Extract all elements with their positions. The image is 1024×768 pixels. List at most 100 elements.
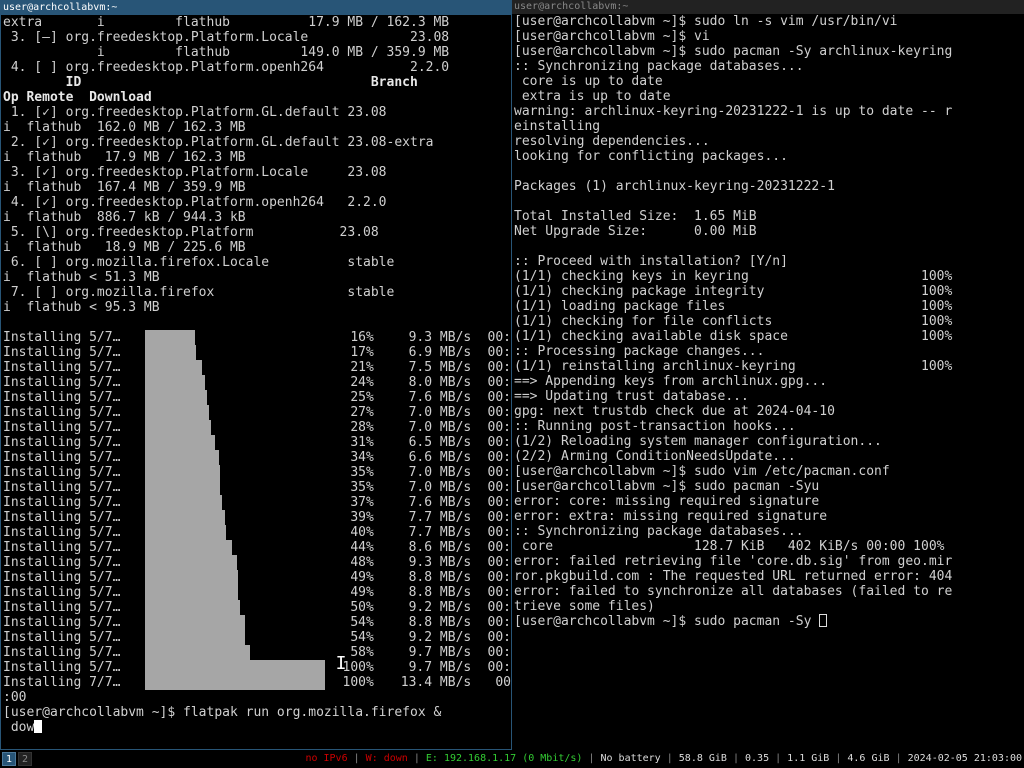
table-header-op-remote-download: Op Remote Download: [3, 90, 152, 105]
progress-percent: 35%: [350, 480, 374, 495]
terminal-line: 4. [ ] org.freedesktop.Platform.openh264…: [3, 60, 450, 75]
terminal-line: :: Synchronizing package databases...: [514, 524, 804, 539]
memory-status: 1.1 GiB: [787, 753, 830, 764]
progress-label: Installing 5/7…: [3, 420, 121, 435]
terminal-line: [user@archcollabvm ~]$ flatpak run org.m…: [3, 705, 442, 720]
progress-row: Installing 5/7… 44% 8.6 MB/s 00:: [3, 540, 511, 555]
install-list-line: 5. [\] org.freedesktop.Platform 23.08: [3, 225, 379, 240]
progress-row: Installing 5/7… 25% 7.6 MB/s 00:: [3, 390, 511, 405]
progress-bar: [145, 600, 336, 615]
right-terminal-window[interactable]: user@archcollabvm:~ [user@archcollabvm ~…: [512, 0, 1024, 750]
progress-label: Installing 5/7…: [3, 345, 121, 360]
progress-eta: 00:: [487, 330, 511, 345]
progress-eta: 00:: [487, 420, 511, 435]
progress-bar: [145, 585, 336, 600]
progress-bar-fill: [145, 390, 208, 405]
progress-eta: 00:: [487, 510, 511, 525]
ipv6-status: no IPv6: [305, 753, 348, 764]
progress-bar-fill: [145, 630, 246, 645]
progress-row: Installing 5/7… 39% 7.7 MB/s 00:: [3, 510, 511, 525]
progress-speed: 7.0 MB/s: [408, 420, 472, 435]
progress-label: Installing 5/7…: [3, 645, 121, 660]
progress-eta: 00:: [487, 540, 511, 555]
progress-bar-fill: [145, 540, 233, 555]
install-list-line: i flathub < 95.3 MB: [3, 300, 160, 315]
progress-row: Installing 5/7… 28% 7.0 MB/s 00:: [3, 420, 511, 435]
progress-percent: 24%: [350, 375, 374, 390]
terminal-line: error: failed retrieving file 'core.db.s…: [514, 554, 953, 569]
terminal-line: :: Synchronizing package databases...: [514, 59, 804, 74]
progress-row: Installing 5/7… 49% 8.8 MB/s 00:: [3, 570, 511, 585]
progress-speed: 9.3 MB/s: [408, 555, 472, 570]
progress-bar-fill: [145, 645, 251, 660]
progress-bar: [145, 660, 336, 675]
flatpak-install-list: 1. [✓] org.freedesktop.Platform.GL.defau…: [3, 105, 511, 330]
terminal-line: einstalling: [514, 119, 601, 134]
workspace-button-2[interactable]: 2: [18, 752, 32, 766]
progress-row: Installing 5/7… 35% 7.0 MB/s 00:: [3, 480, 511, 495]
swap-status: 4.6 GiB: [847, 753, 890, 764]
progress-eta: 00:: [487, 465, 511, 480]
progress-eta: 00:: [487, 600, 511, 615]
progress-eta: 00:: [487, 405, 511, 420]
terminal-line: Total Installed Size: 1.65 MiB: [514, 209, 757, 224]
mouse-ibeam-cursor-icon: I: [335, 653, 347, 674]
terminal-line: :: Proceed with installation? [Y/n]: [514, 254, 788, 269]
install-list-line: i flathub < 51.3 MB: [3, 270, 160, 285]
ethernet-status: E: 192.168.1.17 (0 Mbit/s): [425, 753, 583, 764]
install-list-line: 1. [✓] org.freedesktop.Platform.GL.defau…: [3, 105, 387, 120]
load-status: 0.35: [745, 753, 770, 764]
datetime-status: 2024-02-05 21:03:00: [907, 753, 1022, 764]
status-blocks: no IPv6 | W: down | E: 192.168.1.17 (0 M…: [305, 753, 1022, 764]
terminal-line: Packages (1) archlinux-keyring-20231222-…: [514, 179, 835, 194]
progress-label: Installing 5/7…: [3, 480, 121, 495]
install-list-line: 6. [ ] org.mozilla.firefox.Locale stable: [3, 255, 395, 270]
install-list-line: 3. [✓] org.freedesktop.Platform.Locale 2…: [3, 165, 387, 180]
command-prompt-line[interactable]: [user@archcollabvm ~]$ sudo pacman -Sy: [514, 614, 1024, 629]
progress-percent: 34%: [350, 450, 374, 465]
progress-bar: [145, 630, 336, 645]
progress-speed: 8.8 MB/s: [408, 570, 472, 585]
install-list-line: i flathub 17.9 MB / 162.3 MB: [3, 150, 246, 165]
battery-status: No battery: [600, 753, 661, 764]
progress-bar: [145, 450, 336, 465]
terminal-line: ==> Appending keys from archlinux.gpg...: [514, 374, 828, 389]
disk-status: 58.8 GiB: [678, 753, 727, 764]
install-progress-list: Installing 5/7… 16% 9.3 MB/s 00: Installing …: [3, 330, 511, 690]
progress-label: Installing 5/7…: [3, 450, 121, 465]
left-terminal-output[interactable]: extra i flathub 17.9 MB / 162.3 MB 3. [—…: [1, 15, 511, 735]
progress-label: Installing 5/7…: [3, 405, 121, 420]
progress-speed: 7.7 MB/s: [408, 525, 472, 540]
pacman-output: [user@archcollabvm ~]$ sudo ln -s vim /u…: [514, 14, 1024, 614]
left-terminal-window[interactable]: user@archcollabvm:~ extra i flathub 17.9…: [0, 0, 512, 750]
terminal-line: resolving dependencies...: [514, 134, 710, 149]
terminal-line: (1/1) loading package files 100%: [514, 299, 953, 314]
progress-eta: 00:: [487, 555, 511, 570]
progress-percent: 49%: [350, 585, 374, 600]
text-cursor: [34, 720, 43, 733]
workspace-button-1[interactable]: 1: [2, 752, 16, 766]
progress-bar: [145, 435, 336, 450]
progress-percent: 39%: [350, 510, 374, 525]
progress-bar: [145, 375, 336, 390]
terminal-line: :: Processing package changes...: [514, 344, 765, 359]
left-window-title[interactable]: user@archcollabvm:~: [1, 1, 511, 15]
progress-speed: 8.8 MB/s: [408, 615, 472, 630]
progress-row: Installing 5/7… 37% 7.6 MB/s 00:: [3, 495, 511, 510]
right-window-title[interactable]: user@archcollabvm:~: [512, 0, 1024, 14]
install-list-line: 4. [✓] org.freedesktop.Platform.openh264…: [3, 195, 387, 210]
progress-bar: [145, 465, 336, 480]
progress-label: Installing 5/7…: [3, 615, 121, 630]
progress-row: Installing 5/7… 24% 8.0 MB/s 00:: [3, 375, 511, 390]
terminal-line: error: extra: missing required signature: [514, 509, 828, 524]
progress-bar-fill: [145, 495, 223, 510]
progress-percent: 44%: [350, 540, 374, 555]
command-input-line[interactable]: dow: [3, 720, 511, 735]
install-list-line: i flathub 167.4 MB / 359.9 MB: [3, 180, 246, 195]
progress-bar: [145, 615, 336, 630]
progress-percent: 28%: [350, 420, 374, 435]
right-terminal-output[interactable]: [user@archcollabvm ~]$ sudo ln -s vim /u…: [512, 14, 1024, 629]
